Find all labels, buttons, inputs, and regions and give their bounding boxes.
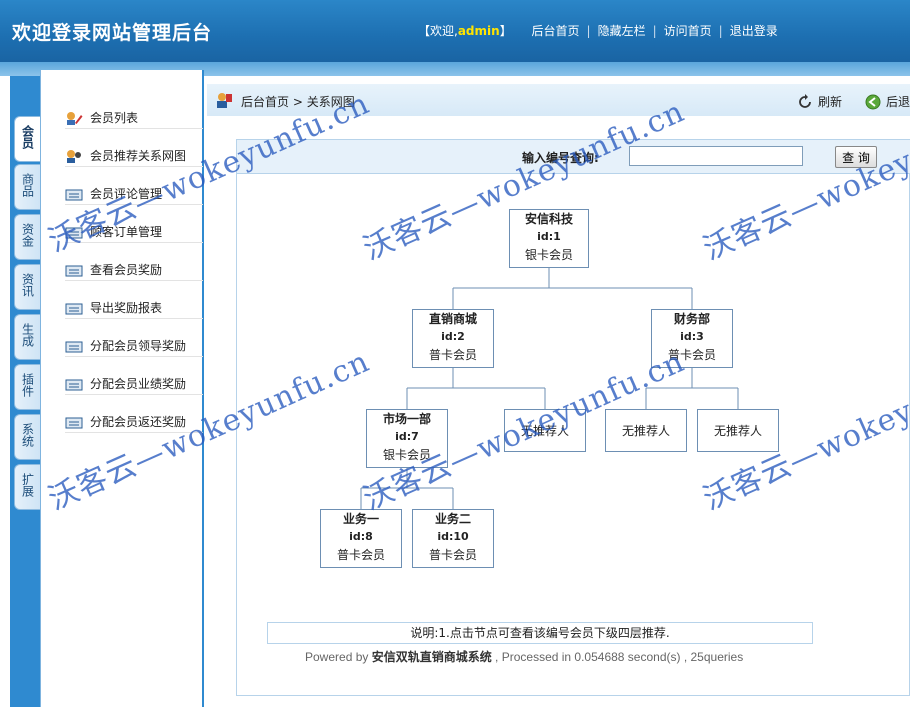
footer-brand: 安信双轨直销商城系统 [371, 650, 492, 664]
instruction-note: 说明:1.点击节点可查看该编号会员下级四层推荐. [267, 622, 813, 644]
node-empty-label: 无推荐人 [520, 424, 569, 438]
node-name: 业务一 [342, 512, 379, 526]
node-name: 业务二 [434, 512, 471, 526]
node-empty-label: 无推荐人 [713, 424, 762, 438]
node-empty-label: 无推荐人 [621, 424, 670, 438]
node-level: 普卡会员 [428, 348, 477, 362]
node-level: 银卡会员 [524, 248, 573, 262]
tree-node-empty: 无推荐人 [605, 409, 687, 452]
tree-node-id7[interactable]: 市场一部 id:7 银卡会员 [366, 409, 448, 468]
node-name: 财务部 [673, 312, 710, 326]
node-id: id:2 [441, 330, 465, 343]
footer-prefix: Powered by [305, 650, 372, 664]
node-name: 安信科技 [524, 212, 573, 226]
node-name: 市场一部 [382, 412, 431, 426]
powered-by-footer: Powered by 安信双轨直销商城系统 , Processed in 0.0… [305, 648, 743, 665]
tree-node-id2[interactable]: 直销商城 id:2 普卡会员 [412, 309, 494, 368]
node-level: 普卡会员 [336, 548, 385, 562]
tree-node-empty: 无推荐人 [697, 409, 779, 452]
tree-node-empty: 无推荐人 [504, 409, 586, 452]
node-level: 普卡会员 [428, 548, 477, 562]
node-level: 普卡会员 [667, 348, 716, 362]
tree-node-id3[interactable]: 财务部 id:3 普卡会员 [651, 309, 733, 368]
node-id: id:10 [437, 530, 469, 543]
footer-suffix: , Processed in 0.054688 second(s) , 25qu… [491, 650, 744, 664]
tree-node-id10[interactable]: 业务二 id:10 普卡会员 [412, 509, 494, 568]
tree-node-id8[interactable]: 业务一 id:8 普卡会员 [320, 509, 402, 568]
node-id: id:8 [349, 530, 373, 543]
node-level: 银卡会员 [382, 448, 431, 462]
node-name: 直销商城 [428, 312, 477, 326]
node-id: id:1 [537, 230, 561, 243]
tree-node-id1[interactable]: 安信科技 id:1 银卡会员 [509, 209, 589, 268]
node-id: id:7 [395, 430, 419, 443]
node-id: id:3 [680, 330, 704, 343]
